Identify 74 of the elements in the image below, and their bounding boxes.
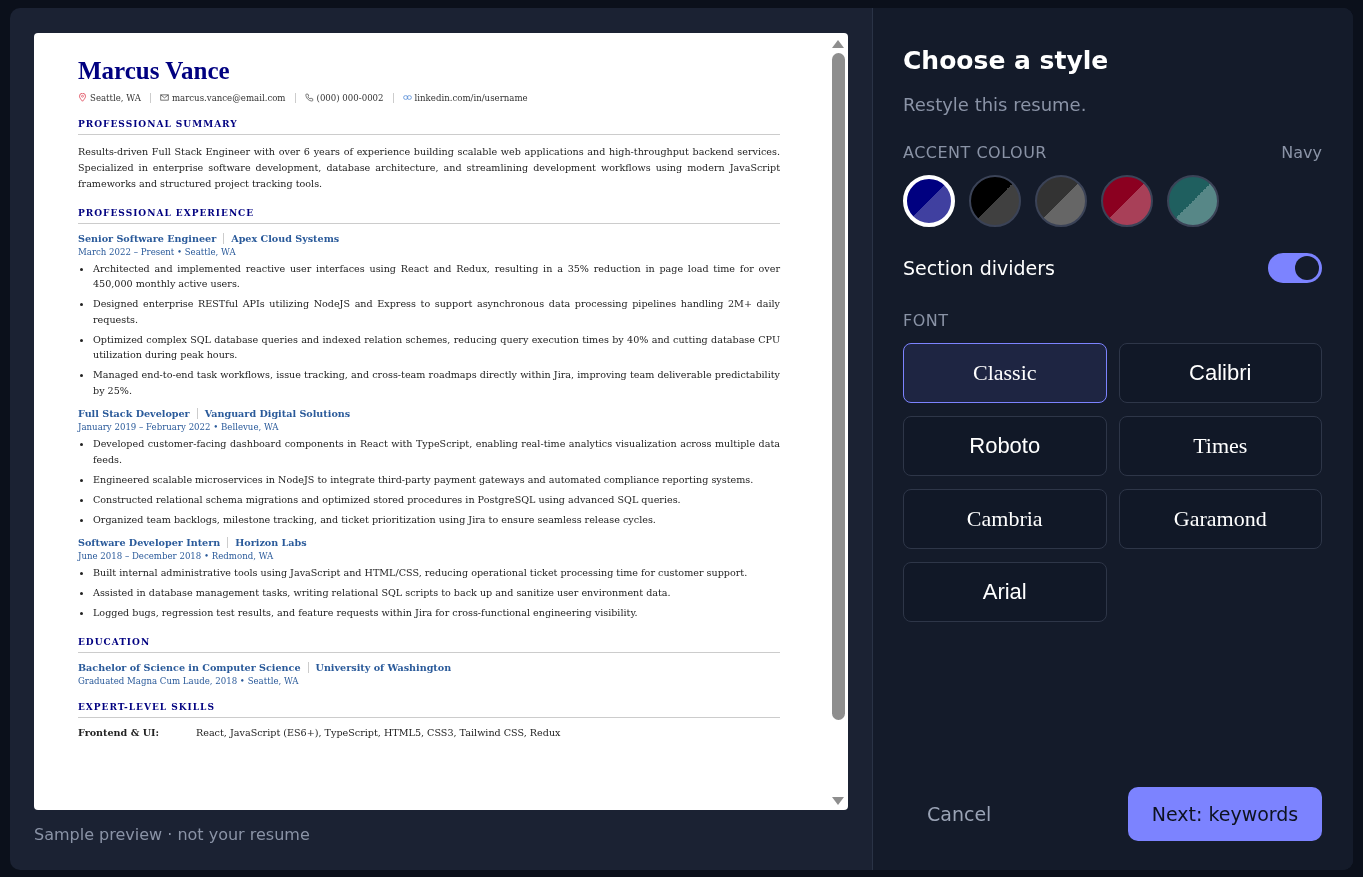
- toggle-switch[interactable]: [1268, 253, 1322, 283]
- entry-dates: Graduated Magna Cum Laude, 2018 • Seattle, WA: [78, 675, 300, 686]
- bullet-text: Logged bugs, regression test results, and feature requests within Jira for cross-functional engineering visibility.: [93, 606, 639, 620]
- link-icon: [402, 93, 412, 102]
- section-heading: PROFESSIONAL SUMMARY: [78, 118, 780, 135]
- accent-value: Navy: [1281, 143, 1322, 162]
- entry-title: Senior Software Engineer: [78, 232, 217, 244]
- bullet-dot: [80, 478, 83, 482]
- scroll-down-icon: [831, 796, 845, 806]
- contact-text: Seattle, WA: [90, 92, 141, 103]
- panel-subtitle: Restyle this resume.: [903, 94, 1088, 115]
- summary-text: Results-driven Full Stack Engineer with over 6 years of experience building scalable web applications and high-throughput backend services. Specialized in enterprise software development, database architecture, and streamlining development workflows using modern JavaScript frameworks and structured project tracking tools.: [78, 144, 780, 191]
- entry-organization: Horizon Labs: [235, 537, 307, 548]
- entry-organization: University of Washington: [315, 661, 452, 673]
- scrollbar-thumb[interactable]: [831, 53, 845, 720]
- bullet-dot: [80, 572, 83, 575]
- bullet-dot: [80, 498, 83, 502]
- scroll-up-icon: [831, 39, 845, 49]
- contact-text: linkedin.com/in/username: [414, 92, 528, 103]
- preview-caption: Sample preview · not your resume: [34, 825, 311, 844]
- skill-label: Frontend & UI:: [78, 726, 161, 738]
- bullet-text: Built internal administrative tools using JavaScript and HTML/CSS, reducing operational ticket processing time for customer support.: [93, 566, 749, 580]
- bullet-text: Architected and implemented reactive user interfaces using React and Redux, resulting in a 35% reduction in page load time for over 450,000 monthly active users.: [93, 261, 780, 291]
- font-option[interactable]: Roboto: [903, 416, 1107, 476]
- bullet-text: Constructed relational schema migrations and optimized stored procedures in PostgreSQL using advanced SQL queries.: [93, 492, 682, 507]
- entry-dates: January 2019 – February 2022 • Bellevue, WA: [78, 422, 280, 432]
- bullet-text: Developed customer-facing dashboard components in React with TypeScript, enabling real-time analytics visualization across multiple data feeds.: [93, 437, 780, 467]
- pin-icon: [78, 93, 87, 102]
- bullet-text: Assisted in database management tasks, writing relational SQL scripts to back up and sanitize user environment data.: [93, 586, 672, 600]
- bullet-dot: [80, 592, 83, 595]
- entry-title: Full Stack Developer: [78, 408, 190, 419]
- section-heading: PROFESSIONAL EXPERIENCE: [78, 207, 780, 224]
- section-heading: EDUCATION: [78, 636, 780, 653]
- phone-icon: [304, 93, 314, 102]
- next-button[interactable]: Next: keywords: [1128, 787, 1322, 841]
- section-label: ACCENT COLOUR: [903, 143, 1047, 162]
- bullet-text: Optimized complex SQL database queries and indexed relation schemes, reducing query execution times by 40% and cutting database CPU utilization during peak hours.: [93, 332, 780, 362]
- font-option[interactable]: Times: [1118, 416, 1322, 476]
- bullet-dot: [80, 374, 83, 377]
- bullet-dot: [80, 612, 83, 615]
- bullet-dot: [80, 267, 83, 271]
- color-swatch[interactable]: [1167, 175, 1219, 227]
- entry-organization: Apex Cloud Systems: [231, 232, 340, 244]
- font-option[interactable]: Calibri: [1118, 343, 1322, 403]
- bullet-dot: [80, 443, 83, 446]
- bullet-dot: [80, 338, 83, 342]
- font-option[interactable]: Arial: [903, 562, 1107, 622]
- entry-organization: Vanguard Digital Solutions: [204, 408, 351, 419]
- bullet-text: Managed end-to-end task workflows, issue tracking, and cross-team roadmaps directly within Jira, improving team deliverable predictability by 25%.: [93, 368, 780, 398]
- bullet-dot: [80, 518, 83, 522]
- color-swatch[interactable]: [1101, 175, 1153, 227]
- bullet-dot: [80, 303, 83, 306]
- font-option[interactable]: Classic: [903, 343, 1107, 403]
- bullet-text: Designed enterprise RESTful APIs utilizing NodeJS and Express to support asynchronous data processing pipelines handling 2M+ daily requests.: [93, 297, 780, 327]
- font-option[interactable]: Garamond: [1118, 489, 1322, 549]
- section-label: FONT: [903, 311, 949, 330]
- entry-title: Software Developer Intern: [78, 537, 221, 548]
- color-swatch[interactable]: [969, 175, 1021, 227]
- toggle-label: Section dividers: [903, 257, 1055, 279]
- contact-text: marcus.vance@email.com: [171, 92, 286, 103]
- contact-text: (000) 000-0002: [316, 92, 384, 103]
- bullet-text: Engineered scalable microservices in NodeJS to integrate third-party payment gateways and automated compliance reporting systems.: [93, 472, 755, 487]
- skill-list: React, JavaScript (ES6+), TypeScript, HTML5, CSS3, Tailwind CSS, Redux: [196, 726, 561, 738]
- section-heading: EXPERT-LEVEL SKILLS: [78, 701, 780, 718]
- cancel-button[interactable]: Cancel: [927, 795, 992, 833]
- entry-title: Bachelor of Science in Computer Science: [78, 661, 301, 673]
- entry-dates: March 2022 – Present • Seattle, WA: [78, 246, 237, 257]
- resume-name: Marcus Vance: [78, 57, 231, 85]
- bullet-text: Organized team backlogs, milestone tracking, and ticket prioritization using Jira to ensure seamless release cycles.: [93, 512, 657, 527]
- mail-icon: [159, 93, 169, 102]
- color-swatch[interactable]: [1035, 175, 1087, 227]
- panel-title: Choose a style: [903, 46, 1110, 75]
- font-option[interactable]: Cambria: [903, 489, 1107, 549]
- entry-dates: June 2018 – December 2018 • Redmond, WA: [78, 551, 275, 561]
